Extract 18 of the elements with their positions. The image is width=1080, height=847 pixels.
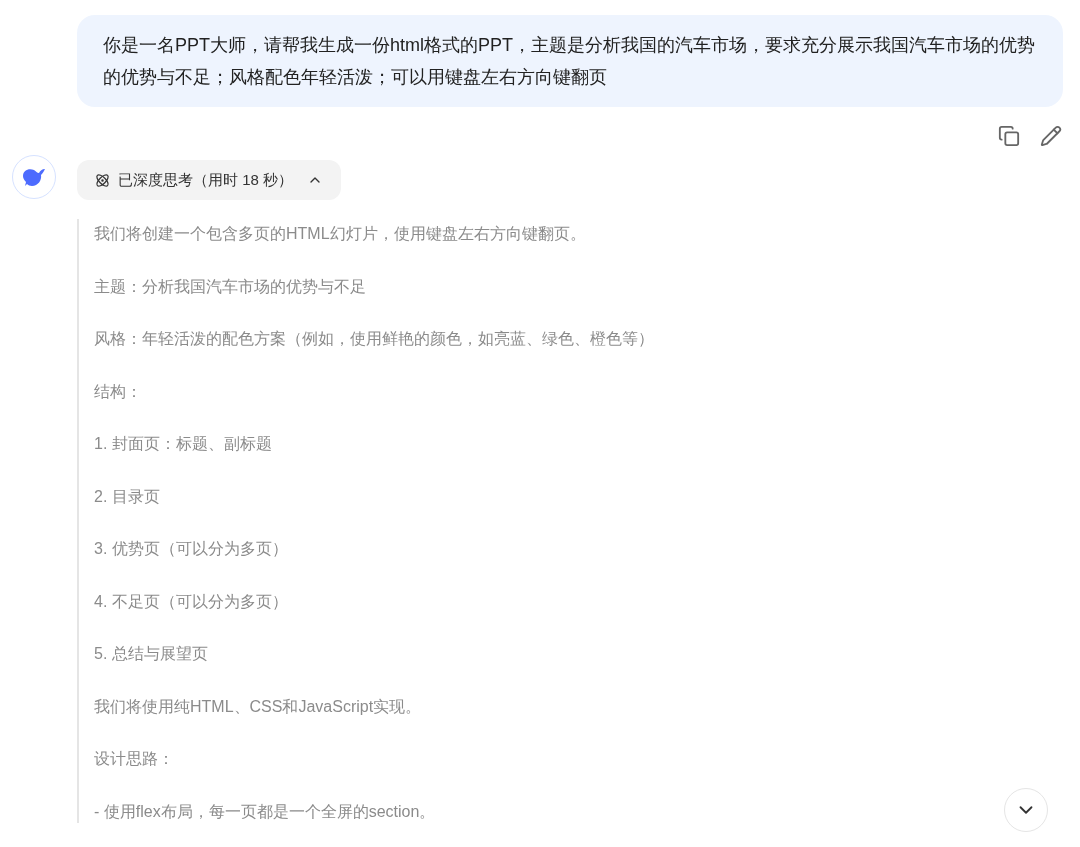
atom-icon [95, 172, 110, 188]
thought-paragraph: 1. 封面页：标题、副标题 [94, 434, 272, 454]
thinking-toggle[interactable]: 已深度思考（用时 18 秒） [77, 160, 342, 200]
copy-button[interactable] [998, 125, 1020, 147]
thought-paragraph: 3. 优势页（可以分为多页） [94, 539, 288, 559]
edit-button[interactable] [1040, 125, 1062, 147]
thought-paragraph: 风格：年轻活泼的配色方案（例如，使用鲜艳的颜色，如亮蓝、绿色、橙色等） [94, 329, 654, 349]
thought-paragraph: 4. 不足页（可以分为多页） [94, 591, 288, 612]
thought-paragraph: 设计思路： [94, 749, 174, 769]
thought-paragraph: 2. 目录页 [94, 486, 160, 507]
thought-paragraph: 5. 总结与展望页 [94, 644, 208, 664]
thought-paragraph: 我们将使用纯HTML、CSS和JavaScript实现。 [94, 696, 422, 717]
whale-icon [21, 166, 47, 188]
thought-paragraph: 结构： [94, 381, 142, 402]
thought-paragraph: 我们将创建一个包含多页的HTML幻灯片，使用键盘左右方向键翻页。 [94, 224, 586, 244]
user-message: 你是一名PPT大师，请帮我生成一份html格式的PPT，主题是分析我国的汽车市场，要求充分展示我国汽车市场的优势的优势与不足；风格配色年轻活泼；可以用键盘左右方向键翻页 [77, 15, 1063, 107]
thought-paragraph: - 使用flex布局，每一页都是一个全屏的section。 [94, 801, 436, 822]
thought-paragraph: 主题：分析我国汽车市场的优势与不足 [94, 276, 366, 297]
